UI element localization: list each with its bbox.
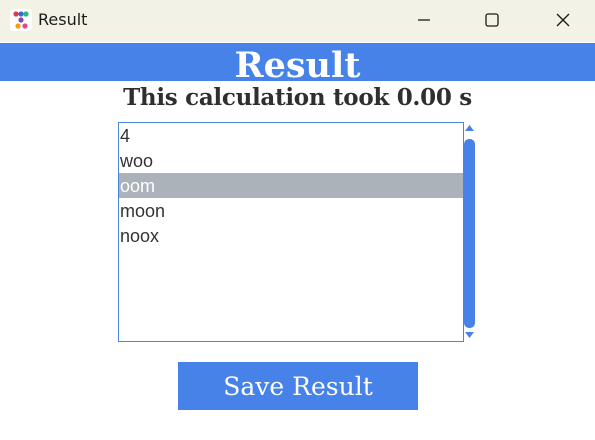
window-titlebar[interactable]: Result [0,0,595,42]
page-title: Result [234,45,361,86]
window-title: Result [38,10,88,29]
maximize-button[interactable] [469,0,515,40]
app-dots-icon [10,9,32,31]
list-item[interactable]: 4 [119,123,463,148]
listbox-scrollbar[interactable] [463,122,476,342]
minimize-button[interactable] [401,0,447,40]
list-item[interactable]: woo [119,148,463,173]
calculation-time-text: This calculation took 0.00 s [123,84,472,111]
list-item[interactable]: moon [119,198,463,223]
close-icon [556,13,570,27]
header-bar: Result [0,43,595,86]
scroll-down-icon[interactable] [464,330,475,340]
result-listbox[interactable]: 4 woo oom moon noox [118,122,464,342]
list-item[interactable]: oom [119,173,463,198]
scroll-thumb[interactable] [464,139,475,328]
close-button[interactable] [540,0,586,40]
list-item[interactable]: noox [119,223,463,248]
scroll-up-icon[interactable] [464,123,475,133]
maximize-icon [485,13,499,27]
save-result-button[interactable]: Save Result [178,362,418,410]
minimize-icon [418,19,430,21]
